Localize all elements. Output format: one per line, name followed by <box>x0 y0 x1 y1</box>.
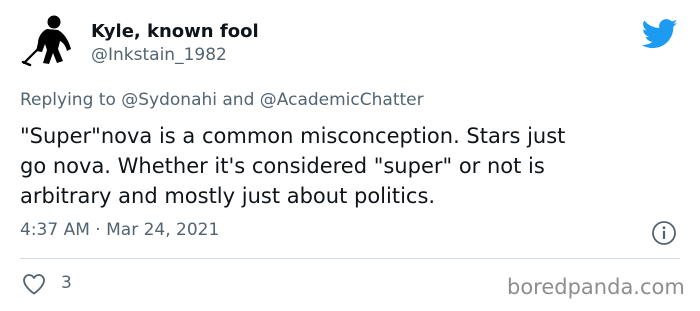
timestamp-separator: · <box>95 220 101 240</box>
mention-link[interactable]: @AcademicChatter <box>260 90 424 110</box>
replying-to: Replying to @Sydonahi and @AcademicChatt… <box>20 90 424 110</box>
user-handle[interactable]: @Inkstain_1982 <box>91 45 227 65</box>
tweet-date: Mar 24, 2021 <box>106 220 220 240</box>
replying-connector: and <box>222 90 255 110</box>
twitter-bird-icon <box>642 19 678 49</box>
avatar[interactable] <box>20 13 80 73</box>
like-count: 3 <box>61 273 72 293</box>
tweet-time: 4:37 AM <box>20 220 90 240</box>
mention-link[interactable]: @Sydonahi <box>121 90 217 110</box>
divider <box>20 258 680 259</box>
replying-prefix: Replying to <box>20 90 116 110</box>
tweet-card: Kyle, known fool @Inkstain_1982 Replying… <box>0 0 700 311</box>
display-name[interactable]: Kyle, known fool <box>91 21 259 42</box>
heart-icon[interactable] <box>22 273 46 295</box>
tweet-text: "Super"nova is a common misconception. S… <box>20 124 566 208</box>
watermark: boredpanda.com <box>507 275 685 299</box>
tweet-timestamp[interactable]: 4:37 AM · Mar 24, 2021 <box>20 220 219 240</box>
info-icon[interactable] <box>651 220 677 246</box>
